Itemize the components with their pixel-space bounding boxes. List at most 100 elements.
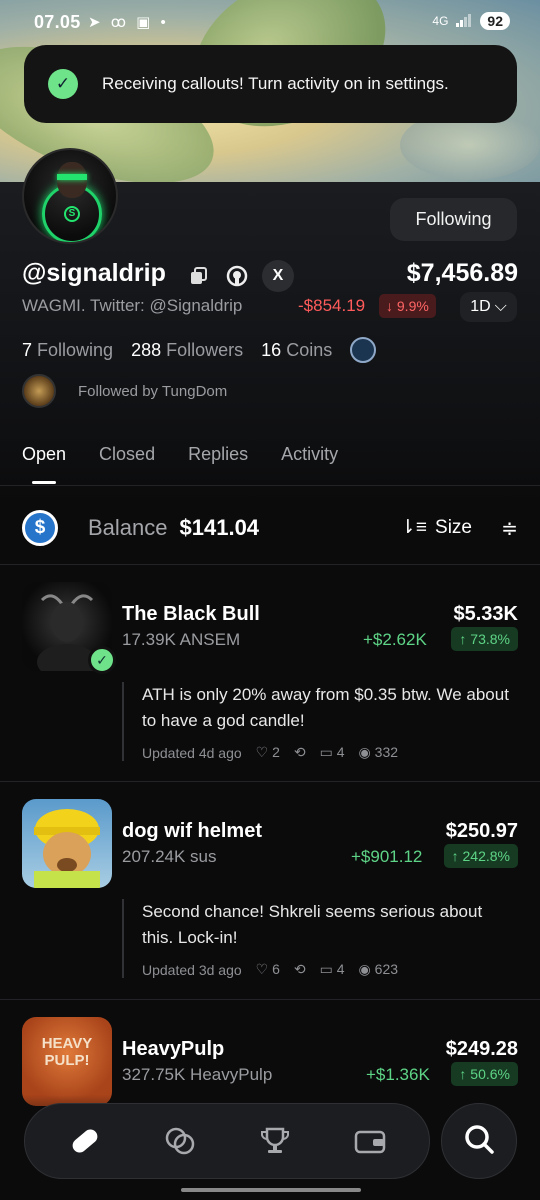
divider — [0, 999, 540, 1000]
tab-closed[interactable]: Closed — [99, 444, 155, 465]
avatar-emblem: S — [64, 206, 80, 222]
search-button[interactable] — [441, 1103, 517, 1179]
github-icon[interactable] — [224, 263, 250, 289]
status-right: 4G 92 — [432, 12, 510, 30]
search-icon — [462, 1122, 496, 1161]
collapse-icon[interactable]: ≑ — [501, 516, 518, 541]
position-card[interactable]: dog wif helmet 207.24K sus $250.97 +$901… — [0, 799, 540, 999]
nav-coins-icon[interactable] — [160, 1121, 200, 1161]
position-gain-pct: ↑ 50.6% — [451, 1062, 518, 1086]
profile-handle: @signaldrip — [22, 259, 166, 287]
chevron-down-icon: ⌵ — [494, 298, 507, 315]
followers-count: 288 — [131, 339, 162, 360]
like-button[interactable]: ♡ 2 — [256, 744, 280, 761]
active-tab-indicator — [32, 481, 56, 484]
followed-by[interactable]: Followed by TungDom — [22, 374, 227, 408]
nav-wallet-icon[interactable] — [350, 1121, 390, 1161]
like-count: 2 — [272, 744, 280, 760]
portfolio-value: $7,456.89 — [406, 259, 518, 287]
position-note[interactable]: ATH is only 20% away from $0.35 btw. We … — [122, 682, 518, 761]
note-text: ATH is only 20% away from $0.35 btw. We … — [142, 685, 509, 730]
profile-bio: WAGMI. Twitter: @Signaldrip — [22, 296, 243, 315]
signal-icon — [456, 13, 472, 30]
token-amount: 207.24K sus — [122, 847, 217, 866]
position-gain: +$1.36K — [366, 1065, 430, 1084]
handle-actions: X — [186, 260, 294, 292]
reply-count: 4 — [336, 744, 345, 760]
tab-replies[interactable]: Replies — [188, 444, 248, 465]
token-amount: 327.75K HeavyPulp — [122, 1065, 273, 1084]
balance-row: $ Balance $141.04 ⇂≡ Size ≑ — [22, 508, 518, 548]
status-bar: 07.05 ➤ ꝏ ▣ • 4G 92 — [0, 10, 540, 36]
portfolio-change-pct: ↓ 9.9% — [379, 294, 436, 318]
token-name: The Black Bull — [122, 603, 260, 625]
period-selector[interactable]: 1D ⌵ — [460, 292, 517, 322]
position-value: $250.97 — [445, 820, 518, 842]
tab-activity[interactable]: Activity — [281, 444, 338, 465]
balance-value: $141.04 — [179, 515, 260, 540]
following-button[interactable]: Following — [390, 198, 517, 241]
views: ◉ 623 — [359, 961, 398, 978]
position-value: $5.33K — [453, 603, 519, 625]
note-meta: Updated 4d ago ♡ 2 ⟲ ▭ 4 ◉ 332 — [142, 744, 518, 761]
position-gain-pct: ↑ 242.8% — [443, 844, 518, 868]
sort-icon: ⇂≡ — [400, 517, 428, 538]
like-count: 6 — [272, 961, 280, 977]
position-gain-pct: ↑ 73.8% — [451, 627, 518, 651]
bottom-nav — [24, 1103, 430, 1179]
network-icon: 4G — [432, 14, 449, 28]
position-note[interactable]: Second chance! Shkreli seems serious abo… — [122, 899, 518, 978]
profile-tabs: Open Closed Replies Activity — [22, 444, 338, 465]
reply-count: 4 — [336, 961, 345, 977]
updated-time: Updated 3d ago — [142, 961, 242, 978]
callout-toast[interactable]: ✓ Receiving callouts! Turn activity on i… — [24, 45, 517, 123]
balance-label: Balance — [88, 515, 168, 540]
following-label: Following — [37, 339, 114, 360]
repost-icon[interactable]: ⟲ — [294, 961, 306, 978]
position-value: $249.28 — [445, 1038, 518, 1060]
nav-pill-icon[interactable] — [65, 1121, 105, 1161]
followers-label: Followers — [166, 339, 244, 360]
reply-icon: ▭ — [319, 961, 333, 977]
nav-trophy-icon[interactable] — [255, 1121, 295, 1161]
sort-size-button[interactable]: ⇂≡ Size — [400, 516, 472, 539]
eye-icon: ◉ — [358, 961, 371, 977]
battery-icon: 92 — [480, 12, 510, 30]
coins-stat[interactable]: 16 Coins — [261, 340, 332, 361]
coins-label: Coins — [286, 339, 333, 360]
avatar[interactable]: S — [22, 148, 118, 244]
home-indicator[interactable] — [181, 1188, 361, 1192]
check-icon: ✓ — [48, 69, 78, 99]
note-text: Second chance! Shkreli seems serious abo… — [142, 902, 483, 947]
usdc-coin-icon: $ — [22, 510, 67, 546]
token-amount: 17.39K ANSEM — [122, 630, 241, 649]
reply-button[interactable]: ▭ 4 — [320, 961, 345, 978]
eye-icon: ◉ — [358, 744, 371, 760]
heart-icon: ♡ — [255, 744, 269, 760]
position-card[interactable]: ✓ The Black Bull 17.39K ANSEM $5.33K +$2… — [0, 582, 540, 780]
wallet-badge-icon[interactable] — [350, 337, 377, 363]
avatar-visor — [57, 174, 87, 180]
avatar-head — [57, 162, 87, 198]
followed-by-text: Followed by TungDom — [78, 382, 228, 400]
views: ◉ 332 — [359, 744, 398, 761]
portfolio-change: -$854.19 — [298, 296, 366, 315]
profile-stats: 7 Following 288 Followers 16 Coins — [22, 337, 377, 363]
verified-icon: ✓ — [88, 646, 116, 674]
reply-icon: ▭ — [319, 744, 333, 760]
x-twitter-icon[interactable]: X — [262, 260, 294, 292]
coins-count: 16 — [261, 339, 282, 360]
tab-open[interactable]: Open — [22, 444, 66, 465]
token-thumbnail — [22, 799, 112, 888]
position-gain: +$901.12 — [351, 847, 423, 866]
repost-icon[interactable]: ⟲ — [294, 744, 306, 761]
following-stat[interactable]: 7 Following — [22, 340, 113, 361]
reply-button[interactable]: ▭ 4 — [320, 744, 345, 761]
like-button[interactable]: ♡ 6 — [256, 961, 280, 978]
status-notification-icons: ➤ ꝏ ▣ • — [88, 14, 169, 31]
followers-stat[interactable]: 288 Followers — [131, 340, 243, 361]
divider — [0, 564, 540, 565]
copy-icon[interactable] — [186, 263, 212, 289]
note-meta: Updated 3d ago ♡ 6 ⟲ ▭ 4 ◉ 623 — [142, 961, 518, 978]
position-gain: +$2.62K — [363, 630, 427, 649]
